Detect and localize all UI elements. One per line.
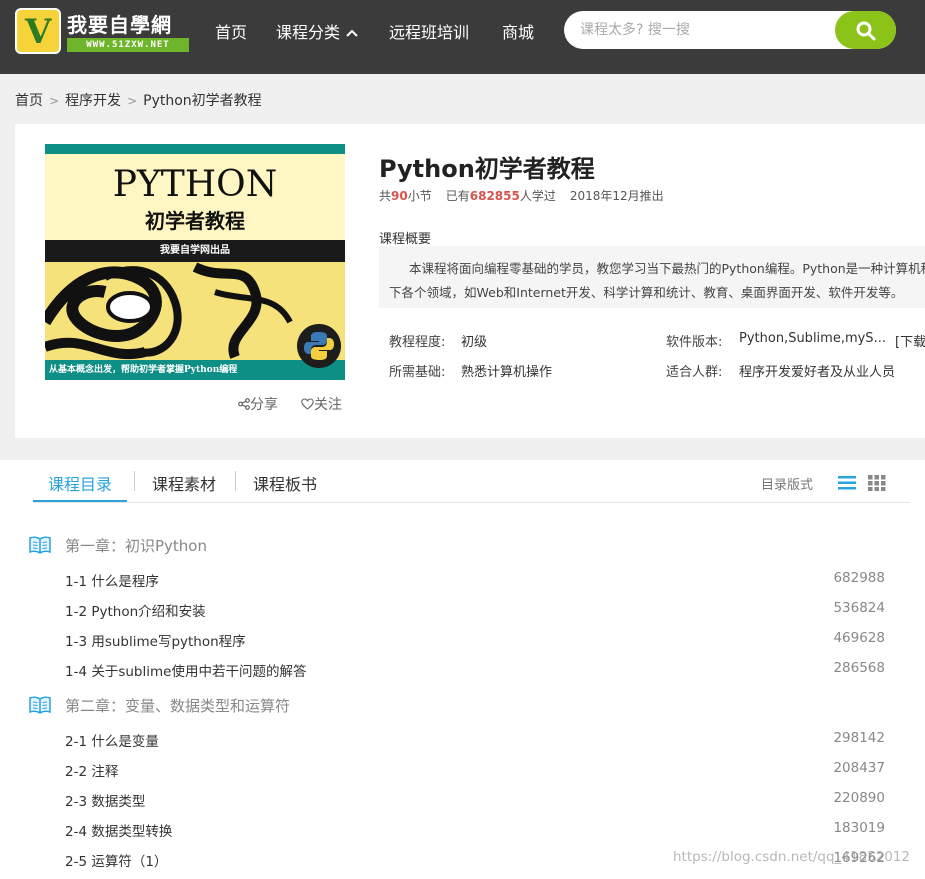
lesson-row[interactable]: 1-2 Python介绍和安装 536824: [65, 600, 885, 620]
cover-band: 我要自学网出品: [45, 240, 345, 262]
cover-tagline: 从基本概念出发，帮助初学者掌握Python编程: [45, 360, 345, 380]
nav-course-categories[interactable]: 课程分类: [276, 19, 358, 43]
lesson-views: 208437: [833, 760, 885, 776]
lesson-row[interactable]: 2-4 数据类型转换 183019: [65, 820, 885, 840]
tab-divider: [235, 471, 236, 491]
basis-value: 熟悉计算机操作: [461, 365, 553, 380]
tab-divider: [134, 471, 135, 491]
lesson-views: 298142: [833, 730, 885, 746]
learner-count: 682855: [469, 189, 520, 203]
lesson-views: 220890: [833, 790, 885, 806]
python-logo-icon: [297, 324, 341, 368]
lesson-row[interactable]: 1-4 关于sublime使用中若干问题的解答 286568: [65, 660, 885, 680]
course-meta: 共90小节 已有682855人学过 2018年12月推出: [379, 187, 664, 204]
lesson-views: 469628: [833, 630, 885, 646]
cover-subtitle: 初学者教程: [145, 209, 245, 233]
share-icon: [238, 398, 250, 410]
book-icon: [29, 536, 51, 554]
nav-mall[interactable]: 商城: [502, 19, 534, 43]
course-card: PYTHON 初学者教程 我要自学网出品 从基本概念出发，帮助初学者掌握Pyth…: [15, 124, 925, 438]
lesson-title: 2-3 数据类型: [65, 794, 146, 810]
chevron-right-icon: >: [49, 94, 60, 108]
meta-learners-prefix: 已有: [445, 189, 470, 203]
nav-course-categories-label: 课程分类: [276, 23, 341, 42]
course-contents: 课程目录 课程素材 课程板书 目录版式 第一章：初识Python 1-1 什么是…: [0, 460, 925, 879]
chapter-title: 第二章：变量、数据类型和运算符: [65, 697, 291, 715]
lesson-views: 682988: [833, 570, 885, 586]
software-value: Python,Sublime,myS...: [739, 331, 886, 346]
nav-home[interactable]: 首页: [215, 19, 247, 43]
active-tab-indicator: [33, 500, 127, 502]
overview-text: 本课程将面向编程零基础的学员，教您学习当下最热门的Python编程。Python…: [389, 261, 925, 300]
book-icon: [29, 696, 51, 714]
lesson-row[interactable]: 1-3 用sublime写python程序 469628: [65, 630, 885, 650]
lesson-title: 2-4 数据类型转换: [65, 824, 173, 840]
follow-button[interactable]: 关注: [301, 394, 342, 414]
tabs-baseline: [33, 502, 910, 503]
breadcrumb-current: Python初学者教程: [143, 93, 262, 109]
top-navigation-bar: V 我要自學網 WWW.51ZXW.NET 首页 课程分类 远程班培训 商城: [0, 0, 925, 74]
lesson-title: 1-4 关于sublime使用中若干问题的解答: [65, 664, 307, 680]
lesson-count: 90: [391, 189, 408, 203]
basis-label: 所需基础:: [389, 365, 446, 380]
follow-label: 关注: [314, 397, 342, 413]
lesson-title: 1-2 Python介绍和安装: [65, 604, 206, 620]
nav-remote-training[interactable]: 远程班培训: [389, 19, 469, 43]
lesson-views: 183019: [833, 820, 885, 836]
breadcrumb-home[interactable]: 首页: [15, 93, 43, 109]
breadcrumb: 首页 > 程序开发 > Python初学者教程: [15, 90, 262, 110]
lesson-title: 2-5 运算符（1）: [65, 854, 168, 870]
lesson-title: 2-2 注释: [65, 764, 119, 780]
layout-label: 目录版式: [761, 478, 814, 493]
meta-total-prefix: 共: [379, 189, 392, 203]
cover-top-stripe: [45, 144, 345, 154]
search-input[interactable]: [580, 20, 830, 40]
logo-title: 我要自學網: [67, 13, 172, 37]
course-cover: PYTHON 初学者教程 我要自学网出品 从基本概念出发，帮助初学者掌握Pyth…: [45, 144, 345, 380]
course-title: Python初学者教程: [379, 155, 595, 183]
site-logo[interactable]: V 我要自學網 WWW.51ZXW.NET: [15, 8, 189, 54]
lesson-row[interactable]: 1-1 什么是程序 682988: [65, 570, 885, 590]
search-icon: [856, 21, 876, 41]
level-value: 初级: [461, 335, 488, 350]
chapter-title: 第一章：初识Python: [65, 537, 207, 555]
lesson-row[interactable]: 2-1 什么是变量 298142: [65, 730, 885, 750]
logo-badge: V: [15, 8, 61, 54]
heart-icon: [301, 398, 314, 410]
search-button[interactable]: [835, 11, 896, 49]
watermark: https://blog.csdn.net/qq_41852012: [673, 849, 911, 865]
chevron-up-icon: [346, 27, 358, 42]
share-label: 分享: [250, 397, 278, 413]
overview-label: 课程概要: [379, 232, 432, 247]
cover-title: PYTHON: [112, 164, 278, 205]
tab-course-materials[interactable]: 课程素材: [152, 471, 216, 495]
overview-box: 本课程将面向编程零基础的学员，教您学习当下最热门的Python编程。Python…: [379, 246, 925, 308]
tab-course-notes[interactable]: 课程板书: [253, 471, 317, 495]
lesson-views: 286568: [833, 660, 885, 676]
section-gap: [0, 438, 925, 460]
list-view-icon[interactable]: [838, 475, 856, 491]
software-download-link[interactable]: [下载]: [895, 331, 925, 350]
tab-course-catalog[interactable]: 课程目录: [48, 471, 112, 495]
lesson-title: 2-1 什么是变量: [65, 734, 159, 750]
search-box: [564, 11, 896, 49]
lesson-row[interactable]: 2-3 数据类型 220890: [65, 790, 885, 810]
lesson-title: 1-1 什么是程序: [65, 574, 159, 590]
audience-label: 适合人群:: [666, 365, 723, 380]
audience-value: 程序开发爱好者及从业人员: [739, 365, 896, 380]
grid-view-icon[interactable]: [868, 475, 886, 491]
breadcrumb-programming[interactable]: 程序开发: [65, 93, 121, 109]
meta-lessons-suffix: 小节: [407, 189, 432, 203]
logo-url: WWW.51ZXW.NET: [67, 38, 189, 52]
level-label: 教程程度:: [389, 335, 446, 350]
lesson-views: 536824: [833, 600, 885, 616]
lesson-title: 1-3 用sublime写python程序: [65, 634, 246, 650]
share-button[interactable]: 分享: [238, 394, 278, 414]
meta-learners-suffix: 人学过: [519, 189, 556, 203]
software-label: 软件版本:: [666, 335, 723, 350]
release-date: 2018年12月推出: [569, 189, 664, 203]
lesson-row[interactable]: 2-2 注释 208437: [65, 760, 885, 780]
chevron-right-icon: >: [127, 94, 138, 108]
